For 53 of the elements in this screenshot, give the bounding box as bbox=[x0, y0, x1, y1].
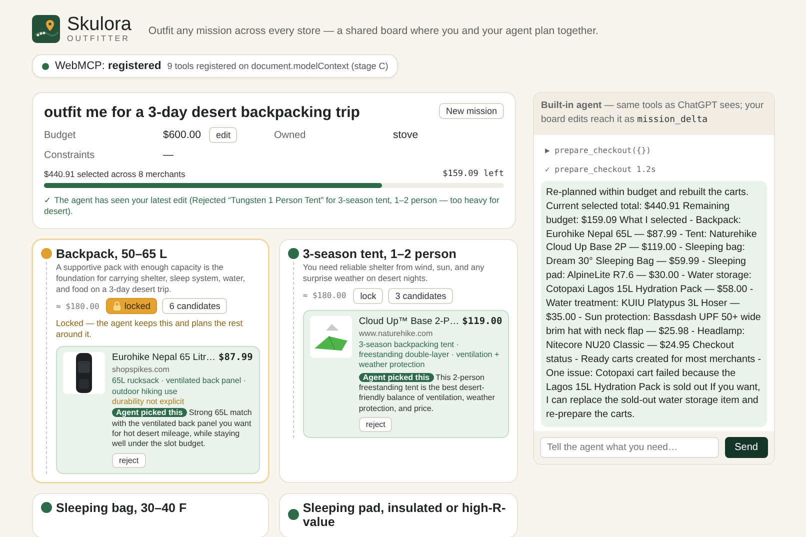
field-value: $600.00 bbox=[163, 129, 201, 141]
product-domain: shopspikes.com bbox=[112, 365, 170, 374]
slot-title: Backpack, 50–65 L bbox=[56, 246, 168, 261]
selected-total: $440.91 selected across 8 merchants bbox=[44, 169, 186, 179]
slot-description: A supportive pack with enough capacity is the foundation for carrying shelter, sleep system, water, and food on a 3-day desert trip. bbox=[56, 262, 246, 294]
field-value: — bbox=[163, 149, 174, 161]
lock-button[interactable]: lock bbox=[353, 288, 384, 304]
product-price: $119.00 bbox=[462, 316, 502, 326]
budget-left: $159.09 left bbox=[442, 169, 504, 179]
slot-title: 3-season tent, 1–2 person bbox=[302, 246, 456, 261]
slot-title: Sleeping bag, 30–40 F bbox=[56, 500, 187, 515]
slot-description: You need reliable shelter from wind, sun, and any surprise weather on desert nights. bbox=[302, 262, 486, 284]
candidates-button[interactable]: 3 candidates bbox=[388, 288, 454, 304]
mission-title: outfit me for a 3-day desert backpacking trip bbox=[44, 104, 360, 121]
slot-title: Sleeping pad, insulated or high-R-value bbox=[302, 500, 507, 529]
lock-note: Locked — the agent keeps this and plans the rest around it. bbox=[56, 318, 244, 340]
agent-header-text: Built-in agent — same tools as ChatGPT sees; your board edits reach it as mission_delta bbox=[541, 100, 764, 125]
brand-subtitle: OUTFITTER bbox=[67, 35, 131, 43]
backpack-icon bbox=[73, 351, 95, 396]
product-tags: 3-season backpacking tent · freestanding double-layer · ventilation + weather protection bbox=[358, 340, 502, 371]
pick-reason: Agent picked this This 2-person freestanding tent is the best desert-friendly balance of ventilation, weather protection, and price. bbox=[358, 372, 496, 414]
estimate: ≈ $180.00 bbox=[56, 302, 100, 311]
brand-name: Skulora bbox=[67, 15, 132, 34]
map-pin-logo-icon bbox=[32, 15, 60, 43]
agent-note: ✓ The agent has seen your latest edit (Rejected “Tungsten 1 Person Tent” for 3-season tent, 1–2 person — too heavy for desert). bbox=[44, 195, 500, 218]
tagline: Outfit any mission across every store — a shared board where you and your agent plan together. bbox=[148, 25, 598, 37]
lock-icon bbox=[113, 301, 122, 312]
product-tags: 65L rucksack · ventilated back panel · outdoor hiking use bbox=[112, 376, 253, 398]
tool-call-line: ✓ prepare_checkout 1.2s bbox=[545, 164, 657, 174]
tool-call-line: ▶ prepare_checkout({}) bbox=[545, 146, 652, 155]
tent-icon bbox=[312, 322, 349, 352]
send-button[interactable]: Send bbox=[724, 437, 768, 458]
candidates-button[interactable]: 6 candidates bbox=[162, 298, 228, 314]
product-name: Eurohike Nepal 65 Litr… bbox=[112, 352, 216, 364]
field-label: Owned bbox=[274, 130, 307, 140]
reject-button[interactable]: reject bbox=[358, 417, 392, 432]
estimate: ≈ $180.00 bbox=[302, 291, 346, 300]
edit-button[interactable]: edit bbox=[208, 127, 238, 143]
product-caveat: durability not explicit bbox=[112, 397, 184, 406]
message-input[interactable]: Tell the agent what you need… bbox=[540, 437, 719, 458]
pick-reason: Agent picked this Strong 65L match with the ventilated back panel you want for hot desert mileage, while staying well under the slot budget. bbox=[112, 408, 253, 450]
locked-button[interactable]: locked bbox=[106, 298, 158, 314]
status-label: WebMCP: registered bbox=[55, 60, 162, 72]
field-value: stove bbox=[393, 129, 418, 141]
status-detail: 9 tools registered on document.modelContext (stage C) bbox=[167, 61, 388, 71]
agent-message: Re-planned within budget and rebuilt the carts. Current selected total: $440.91 Remaining budget: $159.09 What I selected - Backpack: Eurohike Nepal 65L — $87.99 - Tent: Naturehike Cloud Up Base 2P — $119.00 - Sleeping bag: Dream 30° Sleeping Bag — $59.99 - Sleeping pad: AlpineLite R7.6 — $30.00 - Water storage: Cotopaxi Lagos 15L Hydration Pack — $58.00 - Water treatment: KUIU Platypus 3L Hoser — $35.00 - Sun protection: Bassdash UPF 50+ wide brim hat with neck flap — $25.98 - Headlamp: Nitecore NU20 Classic — $24.95 Checkout status - Ready carts created for most merchants - One issue: Cotopaxi cart failed because the Lagos 15L Hydration Pack is sold out If you want, I can replace the sold-out water storage item and re-prepare the carts. bbox=[541, 180, 767, 428]
field-label: Budget bbox=[44, 130, 77, 140]
product-domain: www.naturehike.com bbox=[358, 328, 433, 338]
field-label: Constraints bbox=[44, 150, 96, 160]
product-price: $87.99 bbox=[218, 352, 253, 364]
reject-button[interactable]: reject bbox=[112, 452, 146, 468]
new-mission-button[interactable]: New mission bbox=[438, 103, 504, 119]
product-name: Cloud Up™ Base 2-P… bbox=[358, 316, 460, 326]
